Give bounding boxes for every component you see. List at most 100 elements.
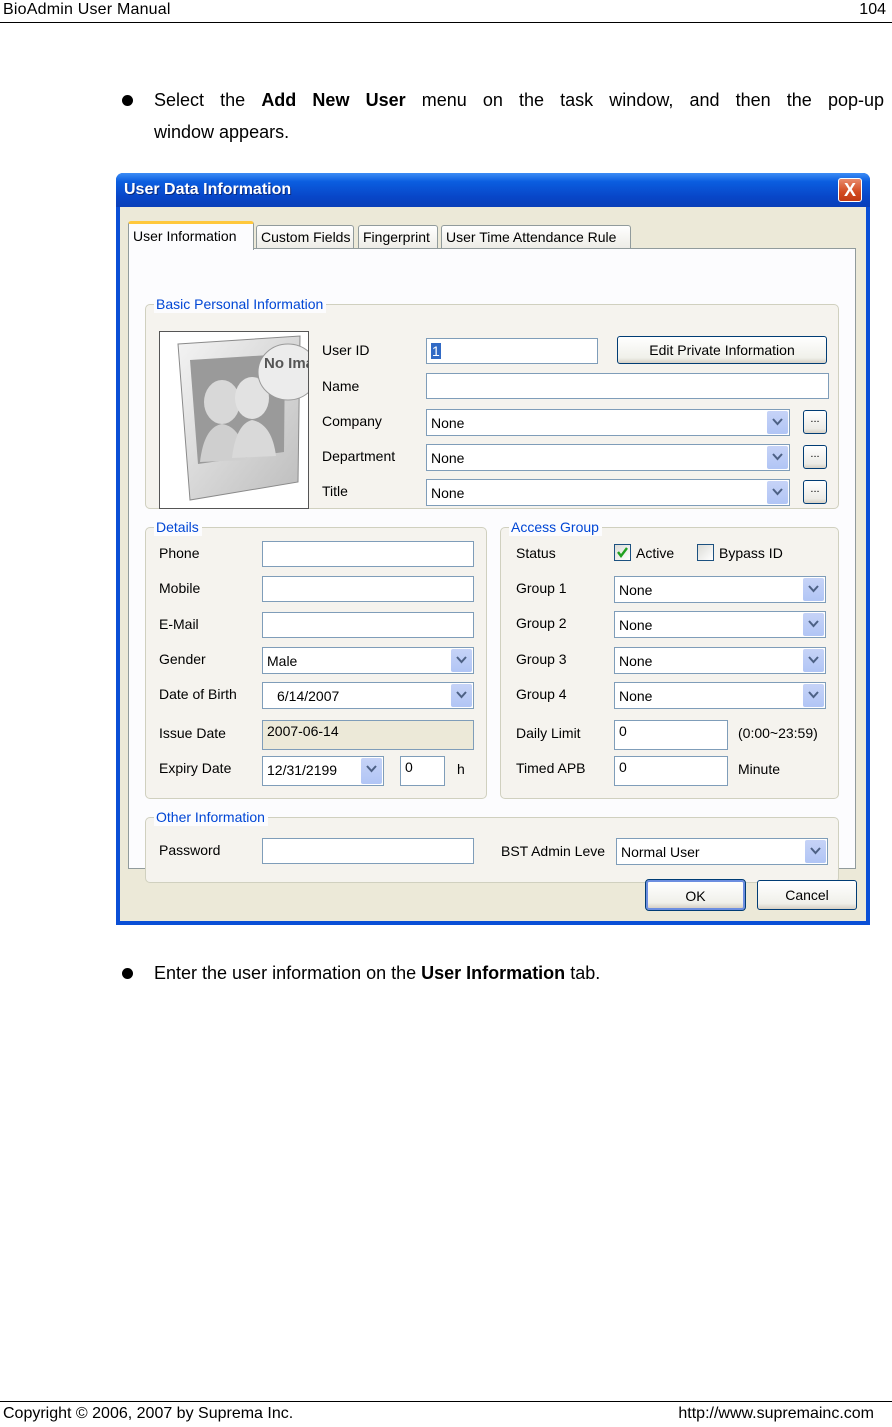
bullet-text: Enter the user information on the User I… xyxy=(154,957,600,989)
daily-limit-input[interactable]: 0 xyxy=(614,720,728,750)
daily-limit-hint: (0:00~23:59) xyxy=(738,725,818,741)
password-label: Password xyxy=(159,842,221,858)
bst-admin-level-select[interactable]: Normal User xyxy=(616,838,828,865)
date-of-birth-label: Date of Birth xyxy=(159,686,237,702)
checkmark-icon xyxy=(617,547,628,558)
timed-apb-label: Timed APB xyxy=(516,760,586,776)
chevron-down-icon[interactable] xyxy=(803,613,824,636)
user-data-information-dialog: User Data Information X User Information… xyxy=(116,173,870,925)
expiry-hour-input[interactable]: 0 xyxy=(400,756,445,786)
name-input[interactable] xyxy=(426,373,829,399)
group-legend: Other Information xyxy=(154,808,268,826)
group2-value: None xyxy=(619,617,653,633)
chevron-down-icon[interactable] xyxy=(451,649,472,672)
title-bar[interactable]: User Data Information X xyxy=(116,173,870,207)
timed-apb-input[interactable]: 0 xyxy=(614,756,728,786)
group2-select[interactable]: None xyxy=(614,611,826,638)
cancel-button[interactable]: Cancel xyxy=(757,880,857,910)
phone-label: Phone xyxy=(159,545,200,561)
chevron-down-icon[interactable] xyxy=(767,411,788,434)
close-button[interactable]: X xyxy=(838,178,862,202)
gender-label: Gender xyxy=(159,651,206,667)
mobile-label: Mobile xyxy=(159,580,201,596)
group3-select[interactable]: None xyxy=(614,647,826,674)
timed-apb-unit: Minute xyxy=(738,761,781,777)
user-photo[interactable]: No Image xyxy=(159,331,309,509)
chevron-down-icon[interactable] xyxy=(803,684,824,707)
user-id-input[interactable]: 1 xyxy=(426,338,598,364)
company-select[interactable]: None xyxy=(426,409,790,436)
bullet-icon xyxy=(122,95,133,106)
no-image-icon: No Image xyxy=(177,335,309,501)
bold-text: Add New User xyxy=(261,90,406,110)
title-label: Title xyxy=(322,483,348,499)
tab-custom-fields[interactable]: Custom Fields xyxy=(256,225,354,249)
page-number: 104 xyxy=(859,1,886,18)
date-of-birth-picker[interactable]: 6/14/2007 xyxy=(262,682,474,709)
phone-input[interactable] xyxy=(262,541,474,567)
group-legend: Basic Personal Information xyxy=(154,295,327,313)
text: Select the xyxy=(154,90,262,110)
status-label: Status xyxy=(516,545,556,561)
dialog-title: User Data Information xyxy=(124,181,292,198)
group3-value: None xyxy=(619,653,653,669)
chevron-down-icon[interactable] xyxy=(451,684,472,707)
department-browse-button[interactable]: ... xyxy=(803,445,827,469)
bullet-enter-user-information: Enter the user information on the User I… xyxy=(122,957,822,989)
bullet-icon xyxy=(122,968,133,979)
chevron-down-icon[interactable] xyxy=(803,649,824,672)
dialog-client: User Information Custom Fields Fingerpri… xyxy=(120,207,866,921)
chevron-down-icon[interactable] xyxy=(767,481,788,504)
mobile-input[interactable] xyxy=(262,576,474,602)
title-select[interactable]: None xyxy=(426,479,790,506)
company-browse-button[interactable]: ... xyxy=(803,410,827,434)
email-input[interactable] xyxy=(262,612,474,638)
page-header: BioAdmin User Manual 104 xyxy=(0,0,892,23)
text: menu on the task window, and then the po… xyxy=(405,90,884,110)
name-label: Name xyxy=(322,378,360,394)
copyright-text: Copyright © 2006, 2007 by Suprema Inc. xyxy=(3,1405,294,1422)
text: Enter the user information on the xyxy=(154,963,422,983)
group2-label: Group 2 xyxy=(516,615,567,631)
group4-label: Group 4 xyxy=(516,686,567,702)
chevron-down-icon[interactable] xyxy=(361,758,382,784)
chevron-down-icon[interactable] xyxy=(803,578,824,601)
ok-button[interactable]: OK xyxy=(645,879,746,911)
password-input[interactable] xyxy=(262,838,474,864)
expiry-date-label: Expiry Date xyxy=(159,760,232,776)
tab-user-information[interactable]: User Information xyxy=(128,221,254,250)
other-information-group: Other Information Password BST Admin Lev… xyxy=(145,808,839,883)
gender-value: Male xyxy=(267,653,298,669)
access-group-group: Access Group Status Active Bypass ID Gro… xyxy=(500,518,839,799)
group4-select[interactable]: None xyxy=(614,682,826,709)
user-id-label: User ID xyxy=(322,342,370,358)
company-label: Company xyxy=(322,413,382,429)
title-value: None xyxy=(431,485,465,501)
website-link[interactable]: http://www.supremainc.com xyxy=(678,1405,874,1423)
expiry-date-picker[interactable]: 12/31/2199 xyxy=(262,756,384,786)
bst-admin-level-label: BST Admin Leve xyxy=(501,843,606,859)
group1-label: Group 1 xyxy=(516,580,567,596)
active-checkbox[interactable] xyxy=(614,544,631,561)
group1-select[interactable]: None xyxy=(614,576,826,603)
chevron-down-icon[interactable] xyxy=(805,840,826,863)
manual-title: BioAdmin User Manual xyxy=(3,1,171,18)
email-label: E-Mail xyxy=(159,616,199,632)
issue-date-label: Issue Date xyxy=(159,725,226,741)
bypass-id-checkbox[interactable] xyxy=(697,544,714,561)
user-id-value: 1 xyxy=(431,343,441,359)
edit-private-information-button[interactable]: Edit Private Information xyxy=(617,336,827,364)
gender-select[interactable]: Male xyxy=(262,647,474,674)
department-select[interactable]: None xyxy=(426,444,790,471)
tab-fingerprint[interactable]: Fingerprint xyxy=(358,225,438,249)
group1-value: None xyxy=(619,582,653,598)
bold-text: User Information xyxy=(421,963,566,983)
chevron-down-icon[interactable] xyxy=(767,446,788,469)
text: tab. xyxy=(565,963,601,983)
tab-user-time-attendance-rule[interactable]: User Time Attendance Rule xyxy=(441,225,631,249)
department-value: None xyxy=(431,450,465,466)
no-image-text: No Image xyxy=(264,355,309,372)
daily-limit-label: Daily Limit xyxy=(516,725,581,741)
details-group: Details Phone Mobile E-Mail Gender Male … xyxy=(145,518,487,799)
title-browse-button[interactable]: ... xyxy=(803,480,827,504)
